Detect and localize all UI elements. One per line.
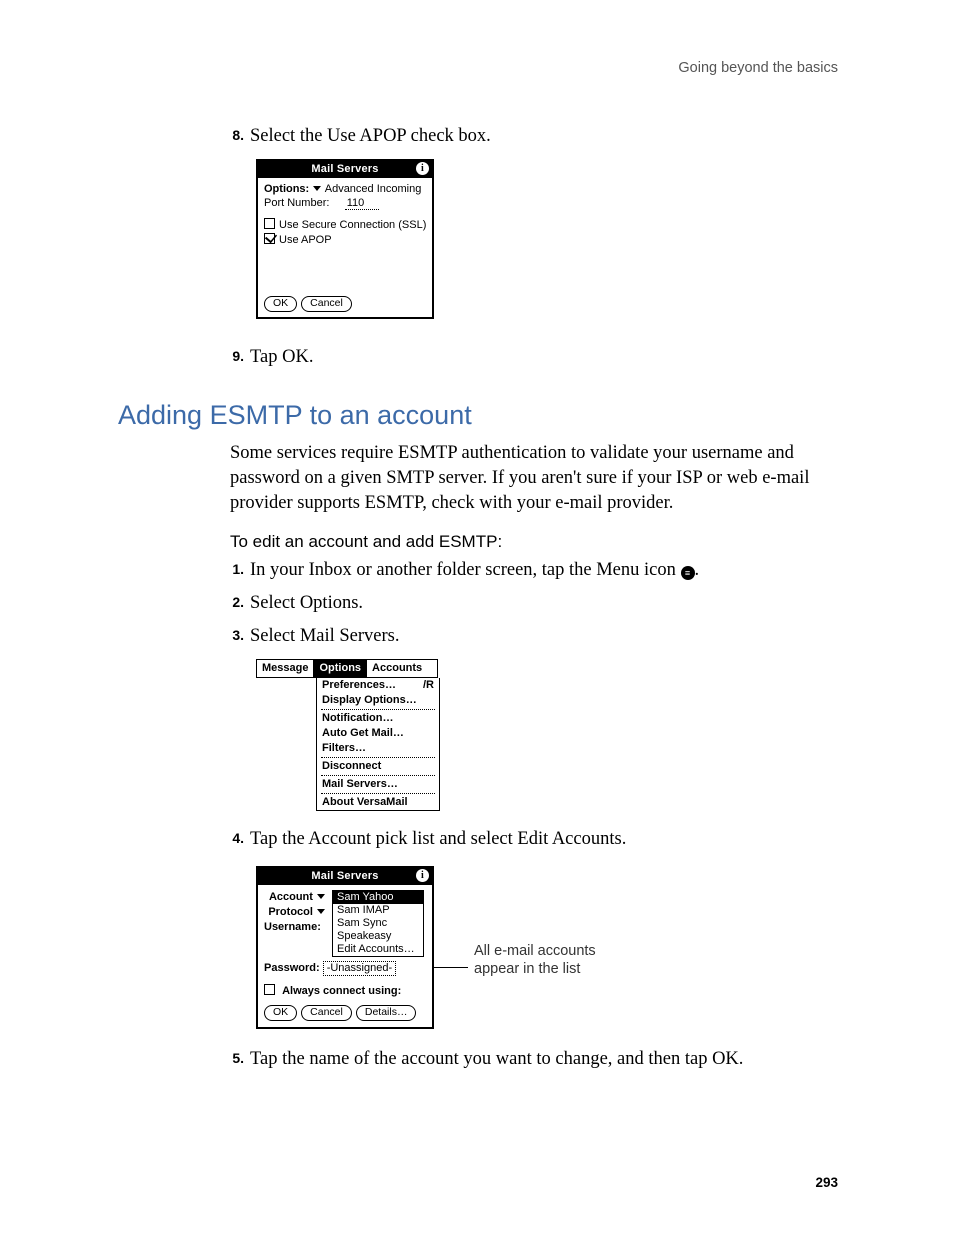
section-heading: Adding ESMTP to an account [118,400,838,431]
step-text: Select Mail Servers. [250,624,838,649]
step-text: Tap the Account pick list and select Edi… [250,827,838,852]
step-number: 9. [218,345,244,364]
menu-item-label: Preferences… [322,679,396,691]
mail-servers-account-figure: Mail Servers i Account Protocol Username… [256,866,838,1029]
menu-separator [321,775,435,776]
step-text: Tap OK. [250,345,838,370]
always-connect-label: Always connect using: [282,985,401,997]
task-subheading: To edit an account and add ESMTP: [230,532,838,552]
menu-mail-servers[interactable]: Mail Servers… [317,777,439,792]
step-text: In your Inbox or another folder screen, … [250,558,838,583]
step-1-post: . [695,560,700,580]
cancel-button[interactable]: Cancel [301,1005,352,1021]
menu-separator [321,709,435,710]
dropdown-icon[interactable] [313,186,321,191]
menu-about[interactable]: About VersaMail [317,795,439,810]
menu-bar: Message Options Accounts [256,659,438,678]
step-number: 1. [218,558,244,577]
step-1-pre: In your Inbox or another folder screen, … [250,560,681,580]
tab-options[interactable]: Options [314,660,367,677]
step-1: 1. In your Inbox or another folder scree… [218,558,838,583]
running-head: Going beyond the basics [118,60,838,76]
menu-disconnect[interactable]: Disconnect [317,759,439,774]
dialog-title: Mail Servers [311,870,378,882]
apop-checkbox[interactable] [264,233,275,244]
menu-display-options[interactable]: Display Options… [317,693,439,708]
callout-text: All e-mail accounts appear in the list [474,942,596,978]
picklist-item[interactable]: Sam Sync [333,917,423,930]
info-icon[interactable]: i [416,162,429,175]
account-label: Account [264,891,330,903]
menu-icon: ≡ [681,566,695,580]
ssl-checkbox[interactable] [264,218,275,229]
port-number-field[interactable]: 110 [345,197,379,210]
menu-preferences[interactable]: Preferences… /R [317,678,439,693]
options-menu-screenshot: Message Options Accounts Preferences… /R… [256,659,438,811]
step-9: 9. Tap OK. [218,345,838,370]
tab-message[interactable]: Message [257,660,314,677]
step-text: Select the Use APOP check box. [250,124,838,149]
username-label: Username: [264,921,330,933]
step-2: 2. Select Options. [218,591,838,616]
callout-line1: All e-mail accounts [474,943,596,959]
password-field[interactable]: -Unassigned- [323,961,396,976]
menu-item-shortcut: /R [423,679,434,691]
dropdown-icon[interactable] [317,894,325,899]
options-picklist[interactable]: Advanced Incoming [325,183,422,195]
menu-separator [321,757,435,758]
step-number: 4. [218,827,244,846]
info-icon[interactable]: i [416,869,429,882]
always-connect-checkbox[interactable] [264,984,275,995]
callout-line2: appear in the list [474,961,580,977]
mail-servers-account-dialog: Mail Servers i Account Protocol Username… [256,866,434,1029]
step-8: 8. Select the Use APOP check box. [218,124,838,149]
step-4: 4. Tap the Account pick list and select … [218,827,838,852]
apop-label: Use APOP [279,234,332,246]
account-picklist-popup: Sam Yahoo Sam IMAP Sam Sync Speakeasy Ed… [332,890,424,957]
dialog-title-bar: Mail Servers i [258,161,432,178]
step-number: 8. [218,124,244,143]
page-number: 293 [815,1175,838,1190]
ok-button[interactable]: OK [264,1005,297,1021]
picklist-item[interactable]: Sam IMAP [333,904,423,917]
ssl-label: Use Secure Connection (SSL) [279,219,426,231]
cancel-button[interactable]: Cancel [301,296,352,312]
options-label: Options: [264,183,309,195]
tab-accounts[interactable]: Accounts [367,660,437,677]
step-text: Select Options. [250,591,838,616]
step-text: Tap the name of the account you want to … [250,1047,838,1072]
ok-button[interactable]: OK [264,296,297,312]
step-number: 5. [218,1047,244,1066]
details-button[interactable]: Details… [356,1005,417,1021]
dropdown-icon[interactable] [317,909,325,914]
protocol-label: Protocol [264,906,330,918]
picklist-item[interactable]: Speakeasy [333,930,423,943]
step-3: 3. Select Mail Servers. [218,624,838,649]
step-number: 2. [218,591,244,610]
callout-line [434,967,468,968]
step-number: 3. [218,624,244,643]
menu-filters[interactable]: Filters… [317,741,439,756]
dialog-title: Mail Servers [311,163,378,175]
port-label: Port Number: [264,197,329,209]
dialog-title-bar: Mail Servers i [258,868,432,885]
picklist-item[interactable]: Sam Yahoo [333,891,423,904]
menu-notification[interactable]: Notification… [317,711,439,726]
picklist-item-edit-accounts[interactable]: Edit Accounts… [333,943,423,956]
intro-paragraph: Some services require ESMTP authenticati… [230,441,838,516]
menu-separator [321,793,435,794]
options-dropdown: Preferences… /R Display Options… Notific… [316,678,440,811]
mail-servers-advanced-dialog: Mail Servers i Options: Advanced Incomin… [256,159,434,319]
step-5: 5. Tap the name of the account you want … [218,1047,838,1072]
menu-auto-get-mail[interactable]: Auto Get Mail… [317,726,439,741]
password-label: Password: [264,962,320,974]
